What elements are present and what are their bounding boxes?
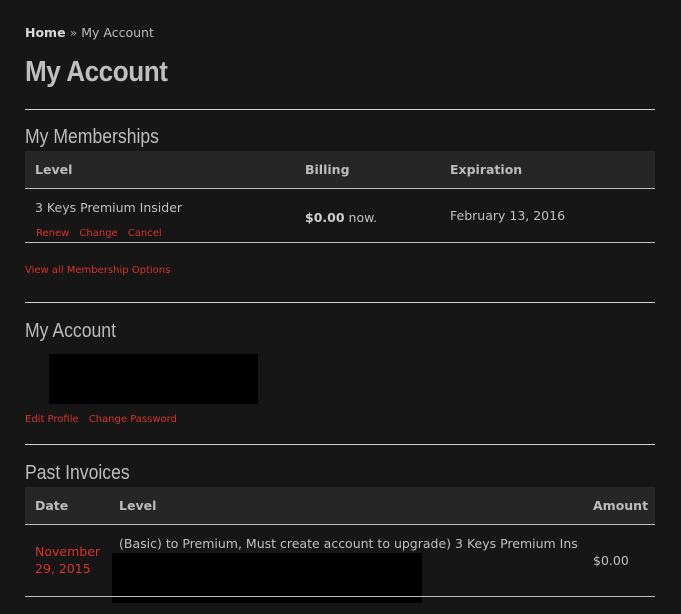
renew-link[interactable]: Renew: [36, 228, 69, 239]
page-title: My Account: [25, 56, 168, 88]
divider: [25, 444, 655, 445]
billing-amount: $0.00: [305, 210, 345, 225]
change-link[interactable]: Change: [79, 228, 117, 239]
account-section-title: My Account: [25, 320, 116, 342]
account-actions: Edit Profile Change Password: [25, 407, 177, 426]
memberships-section-title: My Memberships: [25, 126, 159, 148]
column-header-expiration: Expiration: [450, 162, 523, 177]
column-header-level: Level: [119, 498, 157, 513]
invoice-level: (Basic) to Premium, Must create account …: [119, 536, 579, 551]
membership-actions: Renew Change Cancel: [36, 221, 162, 240]
breadcrumb-separator: »: [69, 25, 78, 40]
billing-suffix: now.: [348, 210, 378, 225]
change-password-link[interactable]: Change Password: [89, 414, 177, 425]
memberships-table-header: Level Billing Expiration: [25, 151, 655, 188]
table-rule: [25, 188, 655, 189]
membership-expiration: February 13, 2016: [450, 208, 566, 223]
view-all-memberships-link[interactable]: View all Membership Options: [25, 265, 170, 276]
table-rule: [25, 596, 655, 597]
invoices-table-header: Date Level Amount: [25, 487, 655, 524]
column-header-level: Level: [35, 162, 73, 177]
invoice-date-link[interactable]: November 29, 2015: [35, 543, 115, 577]
breadcrumb-home-link[interactable]: Home: [25, 25, 66, 40]
cancel-link[interactable]: Cancel: [128, 228, 162, 239]
redacted-account-info: [49, 354, 258, 404]
invoice-amount: $0.00: [593, 553, 629, 568]
invoices-section-title: Past Invoices: [25, 462, 130, 484]
membership-billing: $0.00 now.: [305, 210, 377, 225]
column-header-billing: Billing: [305, 162, 350, 177]
divider: [25, 109, 655, 110]
divider: [25, 302, 655, 303]
table-rule: [25, 524, 655, 525]
column-header-amount: Amount: [593, 498, 649, 513]
breadcrumb-current: My Account: [81, 25, 154, 40]
membership-level: 3 Keys Premium Insider: [35, 200, 183, 215]
edit-profile-link[interactable]: Edit Profile: [25, 414, 79, 425]
column-header-date: Date: [35, 498, 69, 513]
breadcrumb: Home» My Account: [25, 25, 154, 40]
table-rule: [25, 242, 655, 243]
